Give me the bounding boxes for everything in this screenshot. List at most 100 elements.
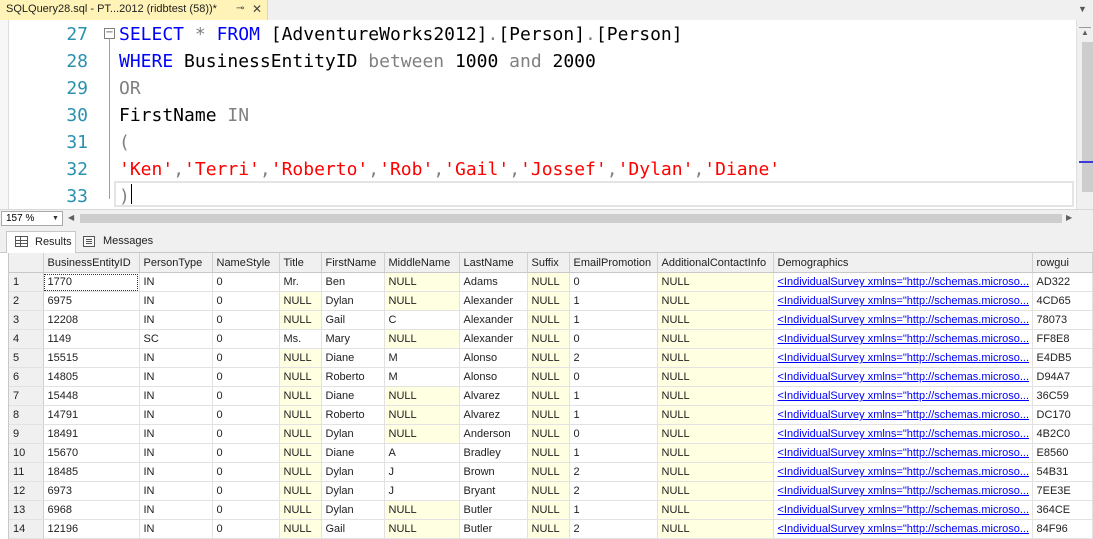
table-row[interactable]: 10 15670 IN 0 NULL Diane A Bradley NULL 1 NULL <Ind…	[9, 443, 1093, 463]
table-cell[interactable]: <IndividualSurvey xmlns="http://schemas.…	[773, 367, 1033, 387]
table-cell[interactable]: NULL	[527, 500, 570, 520]
table-cell[interactable]: Alonso	[459, 348, 528, 368]
table-cell[interactable]: IN	[139, 405, 213, 425]
row-number[interactable]: 3	[9, 310, 44, 330]
query-editor[interactable]: 27 28 29 30 31 32 33 SELECT * FROM [AdventureW…	[0, 20, 1093, 209]
table-cell[interactable]: NULL	[657, 291, 774, 311]
table-cell[interactable]: 0	[569, 329, 658, 349]
table-cell[interactable]: IN	[139, 348, 213, 368]
table-cell[interactable]: 0	[569, 272, 658, 292]
tab-results[interactable]: Results	[6, 231, 76, 253]
table-cell[interactable]: NULL	[279, 424, 322, 444]
editor-vertical-scrollbar[interactable]: ▲	[1076, 20, 1093, 209]
table-cell[interactable]: NULL	[527, 481, 570, 501]
table-cell[interactable]: NULL	[384, 291, 460, 311]
table-cell[interactable]: IN	[139, 291, 213, 311]
table-row[interactable]: 5 15515 IN 0 NULL Diane M Alonso NULL 2 NULL <Indiv…	[9, 348, 1093, 368]
table-cell[interactable]: <IndividualSurvey xmlns="http://schemas.…	[773, 405, 1033, 425]
results-grid[interactable]: BusinessEntityID PersonType NameStyle Title…	[8, 253, 1093, 539]
document-tab-title[interactable]: SQLQuery28.sql - PT...2012 (ridbtest (58…	[6, 3, 217, 15]
table-cell[interactable]: NULL	[279, 481, 322, 501]
table-cell[interactable]: <IndividualSurvey xmlns="http://schemas.…	[773, 500, 1033, 520]
table-cell[interactable]: Alonso	[459, 367, 528, 387]
table-row[interactable]: 4 1149 SC 0 Ms. Mary NULL Alexander NULL 0 NULL <In…	[9, 329, 1093, 349]
table-cell[interactable]: Bryant	[459, 481, 528, 501]
table-cell[interactable]: 1	[569, 310, 658, 330]
table-cell[interactable]: Alvarez	[459, 405, 528, 425]
table-cell[interactable]: 1	[569, 386, 658, 406]
table-cell[interactable]: <IndividualSurvey xmlns="http://schemas.…	[773, 310, 1033, 330]
table-cell[interactable]: Butler	[459, 519, 528, 539]
code-line[interactable]: (	[119, 129, 130, 156]
table-cell[interactable]: 7EE3E	[1032, 481, 1093, 501]
table-cell[interactable]: NULL	[657, 348, 774, 368]
table-row[interactable]: 6 14805 IN 0 NULL Roberto M Alonso NULL 0 NULL <Ind…	[9, 367, 1093, 387]
table-cell[interactable]: NULL	[384, 424, 460, 444]
table-cell[interactable]: 14791	[43, 405, 140, 425]
table-cell[interactable]: 36C59	[1032, 386, 1093, 406]
table-cell[interactable]: M	[384, 367, 460, 387]
table-cell[interactable]: NULL	[657, 405, 774, 425]
table-cell[interactable]: SC	[139, 329, 213, 349]
zoom-select[interactable]: 157 % ▼	[1, 211, 63, 226]
table-cell[interactable]: 0	[212, 310, 280, 330]
table-cell[interactable]: 6968	[43, 500, 140, 520]
table-cell[interactable]: IN	[139, 424, 213, 444]
column-header[interactable]: PersonType	[139, 253, 213, 273]
table-cell[interactable]: NULL	[279, 443, 322, 463]
table-cell[interactable]: Diane	[321, 386, 385, 406]
collapse-region-icon[interactable]: −	[104, 28, 115, 39]
table-cell[interactable]: Ms.	[279, 329, 322, 349]
table-cell[interactable]: 1	[569, 405, 658, 425]
row-number[interactable]: 1	[9, 272, 44, 292]
table-cell[interactable]: M	[384, 348, 460, 368]
table-row[interactable]: 14 12196 IN 0 NULL Gail NULL Butler NULL 2 NULL <In…	[9, 519, 1093, 539]
column-header[interactable]: BusinessEntityID	[43, 253, 140, 273]
table-cell[interactable]: 0	[569, 367, 658, 387]
table-cell[interactable]: 0	[212, 405, 280, 425]
table-cell[interactable]: E4DB5	[1032, 348, 1093, 368]
horizontal-scroll-thumb[interactable]	[80, 214, 1062, 223]
table-cell[interactable]: Alexander	[459, 329, 528, 349]
table-cell[interactable]: 15670	[43, 443, 140, 463]
table-cell[interactable]: <IndividualSurvey xmlns="http://schemas.…	[773, 424, 1033, 444]
table-cell[interactable]: IN	[139, 386, 213, 406]
row-number[interactable]: 13	[9, 500, 44, 520]
table-cell[interactable]: NULL	[279, 386, 322, 406]
column-header[interactable]: FirstName	[321, 253, 385, 273]
chevron-down-icon[interactable]: ▼	[52, 212, 59, 225]
table-cell[interactable]: NULL	[527, 367, 570, 387]
table-cell[interactable]: Dylan	[321, 500, 385, 520]
column-header[interactable]: rowgui	[1032, 253, 1093, 273]
column-header[interactable]: Title	[279, 253, 322, 273]
table-cell[interactable]: 18491	[43, 424, 140, 444]
table-cell[interactable]: <IndividualSurvey xmlns="http://schemas.…	[773, 291, 1033, 311]
table-cell[interactable]: 0	[212, 367, 280, 387]
table-cell[interactable]: NULL	[657, 462, 774, 482]
table-cell[interactable]: NULL	[657, 519, 774, 539]
close-icon[interactable]: ✕	[252, 2, 262, 16]
table-cell[interactable]: Brown	[459, 462, 528, 482]
table-cell[interactable]: 0	[212, 272, 280, 292]
table-row[interactable]: 1 1770 IN 0 Mr. Ben NULL Adams NULL 0 NULL <Individ…	[9, 272, 1093, 292]
table-cell[interactable]: NULL	[527, 386, 570, 406]
table-cell[interactable]: NULL	[279, 310, 322, 330]
table-cell[interactable]: 6973	[43, 481, 140, 501]
code-line[interactable]: FirstName IN	[119, 102, 249, 129]
table-cell[interactable]: NULL	[657, 310, 774, 330]
column-header[interactable]: MiddleName	[384, 253, 460, 273]
table-cell[interactable]: NULL	[384, 386, 460, 406]
table-cell[interactable]: Alvarez	[459, 386, 528, 406]
split-handle[interactable]	[1079, 21, 1091, 28]
scroll-left-icon[interactable]: ◀	[68, 213, 74, 222]
row-number[interactable]: 8	[9, 405, 44, 425]
code-line[interactable]: SELECT * FROM [AdventureWorks2012].[Pers…	[119, 21, 683, 48]
table-cell[interactable]: NULL	[657, 443, 774, 463]
table-cell[interactable]: 15515	[43, 348, 140, 368]
table-row[interactable]: 8 14791 IN 0 NULL Roberto NULL Alvarez NULL 1 NULL…	[9, 405, 1093, 425]
table-cell[interactable]: A	[384, 443, 460, 463]
row-number[interactable]: 4	[9, 329, 44, 349]
table-cell[interactable]: 0	[569, 424, 658, 444]
table-cell[interactable]: NULL	[279, 405, 322, 425]
table-cell[interactable]: NULL	[527, 405, 570, 425]
